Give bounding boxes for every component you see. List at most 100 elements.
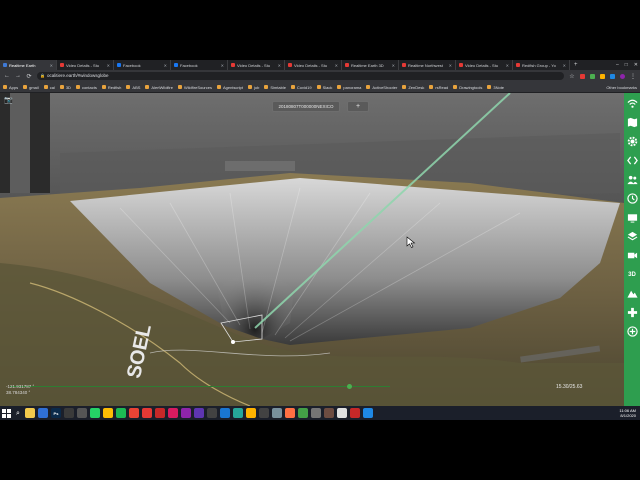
plus-circle-icon[interactable] bbox=[626, 324, 638, 339]
3d-icon[interactable]: 3D bbox=[626, 267, 638, 282]
video-icon[interactable] bbox=[626, 248, 638, 263]
browser-tab[interactable]: Video Details - Stu ✕ bbox=[57, 60, 114, 70]
bookmark-item[interactable]: Drawingtools bbox=[453, 85, 482, 90]
app-icon-14[interactable] bbox=[363, 408, 373, 418]
camera-icon[interactable]: 📷 bbox=[4, 97, 13, 104]
layers-icon[interactable] bbox=[626, 229, 638, 244]
extension-icon[interactable] bbox=[610, 73, 615, 79]
bookmark-item[interactable]: WildfireSources bbox=[177, 85, 212, 90]
app-icon-4[interactable] bbox=[194, 408, 204, 418]
reload-icon[interactable]: ⟳ bbox=[26, 73, 32, 80]
app-icon-13[interactable] bbox=[337, 408, 347, 418]
code-icon[interactable] bbox=[626, 153, 638, 168]
youtube-icon[interactable] bbox=[142, 408, 152, 418]
bookmark-item[interactable]: cal bbox=[43, 85, 55, 90]
3d-scene[interactable]: SOEL bbox=[0, 93, 624, 406]
tab-close-icon[interactable]: ✕ bbox=[506, 63, 509, 68]
add-button[interactable]: + bbox=[347, 101, 369, 112]
star-icon[interactable]: ☆ bbox=[569, 73, 575, 80]
browser-tab[interactable]: Facebook ✕ bbox=[114, 60, 171, 70]
files-icon[interactable] bbox=[64, 408, 74, 418]
minimize-icon[interactable]: – bbox=[616, 62, 619, 68]
bookmark-item[interactable]: Agentscript bbox=[217, 85, 243, 90]
tab-close-icon[interactable]: ✕ bbox=[278, 63, 281, 68]
tab-close-icon[interactable]: ✕ bbox=[107, 63, 110, 68]
map-icon[interactable] bbox=[626, 115, 638, 130]
bookmark-item[interactable]: AlertWildfire bbox=[145, 85, 173, 90]
vscode-icon[interactable] bbox=[220, 408, 230, 418]
tv-icon[interactable] bbox=[626, 210, 638, 225]
browser-tab[interactable]: Video Details - Stu ✕ bbox=[228, 60, 285, 70]
menu-icon[interactable]: ⋮ bbox=[630, 73, 636, 80]
app-icon-5[interactable] bbox=[207, 408, 217, 418]
tab-close-icon[interactable]: ✕ bbox=[335, 63, 338, 68]
chrome-icon[interactable] bbox=[103, 408, 113, 418]
tab-close-icon[interactable]: ✕ bbox=[392, 63, 395, 68]
bookmark-item[interactable]: contacts bbox=[75, 85, 97, 90]
chrome-icon-2[interactable] bbox=[129, 408, 139, 418]
wifi-icon[interactable] bbox=[626, 96, 638, 111]
acrobat-icon[interactable] bbox=[350, 408, 360, 418]
browser-tab[interactable]: Video Details - Stu ✕ bbox=[285, 60, 342, 70]
bookmark-item[interactable]: rsRead bbox=[429, 85, 448, 90]
app-icon-2[interactable] bbox=[168, 408, 178, 418]
app-icon-11[interactable] bbox=[311, 408, 321, 418]
new-tab-button[interactable]: + bbox=[570, 62, 582, 68]
back-icon[interactable]: ← bbox=[4, 73, 10, 79]
mountain-icon[interactable] bbox=[626, 286, 638, 301]
extension-icon[interactable] bbox=[580, 73, 585, 79]
browser-tab[interactable]: Realtime Northwest ✕ bbox=[399, 60, 456, 70]
bookmark-item[interactable]: Covid19 bbox=[290, 85, 312, 90]
camera-location-marker[interactable] bbox=[231, 340, 235, 344]
bookmark-item[interactable]: Slack bbox=[316, 85, 332, 90]
photoshop-icon[interactable]: Ps bbox=[51, 408, 61, 418]
app-icon-6[interactable] bbox=[233, 408, 243, 418]
spotify-icon[interactable] bbox=[116, 408, 126, 418]
users-icon[interactable] bbox=[626, 172, 638, 187]
app-icon-9[interactable] bbox=[272, 408, 282, 418]
windows-start-icon[interactable] bbox=[2, 408, 11, 418]
app-icon-8[interactable] bbox=[259, 408, 269, 418]
close-icon[interactable]: ✕ bbox=[634, 62, 638, 68]
bookmark-item[interactable]: ActiveShooter bbox=[366, 85, 397, 90]
url-input[interactable]: 🔒 ocalitiere.earth/#windowsglobe bbox=[37, 72, 564, 80]
timeline-handle[interactable] bbox=[347, 384, 352, 389]
gamepad-icon[interactable] bbox=[626, 305, 638, 320]
firefox-icon[interactable] bbox=[285, 408, 295, 418]
clock-icon[interactable] bbox=[626, 191, 638, 206]
bookmark-item[interactable]: Simtable bbox=[264, 85, 286, 90]
browser-tab[interactable]: Realtime Earth 3D ✕ bbox=[342, 60, 399, 70]
profile-avatar[interactable] bbox=[620, 73, 625, 79]
bookmark-item[interactable]: Apps bbox=[3, 85, 18, 90]
bookmark-item[interactable]: ZenDesk bbox=[402, 85, 424, 90]
system-clock[interactable]: 11:06 AM 8/1/2020 bbox=[619, 406, 636, 420]
other-bookmarks[interactable]: Other bookmarks bbox=[606, 82, 637, 92]
settings-icon[interactable] bbox=[77, 408, 87, 418]
bookmark-item[interactable]: 3D bbox=[59, 85, 71, 90]
timeline-track[interactable] bbox=[10, 386, 390, 387]
app-icon-12[interactable] bbox=[324, 408, 334, 418]
mail-icon[interactable] bbox=[38, 408, 48, 418]
globe-viewport[interactable]: SOEL 📷 20180807T000000NEXICO + -121.9317… bbox=[0, 93, 624, 406]
app-icon-1[interactable] bbox=[155, 408, 165, 418]
time-selector[interactable]: 20180807T000000NEXICO bbox=[272, 101, 340, 112]
tab-close-icon[interactable]: ✕ bbox=[221, 63, 224, 68]
bookmark-item[interactable]: panorama bbox=[337, 85, 361, 90]
browser-tab[interactable]: Facebook ✕ bbox=[171, 60, 228, 70]
extension-icon[interactable] bbox=[600, 73, 605, 79]
maximize-icon[interactable]: □ bbox=[625, 62, 628, 68]
bookmark-item[interactable]: job bbox=[248, 85, 259, 90]
search-icon[interactable]: ⌕ bbox=[14, 409, 22, 418]
bookmark-item[interactable]: Redfish bbox=[101, 85, 121, 90]
whatsapp-icon[interactable] bbox=[90, 408, 100, 418]
forward-icon[interactable]: → bbox=[15, 73, 21, 79]
bookmark-item[interactable]: 3Note bbox=[487, 85, 504, 90]
app-icon-3[interactable] bbox=[181, 408, 191, 418]
browser-tab[interactable]: Redfish Group - Yo ✕ bbox=[513, 60, 570, 70]
tab-close-icon[interactable]: ✕ bbox=[164, 63, 167, 68]
tab-close-icon[interactable]: ✕ bbox=[50, 63, 53, 68]
extension-icon[interactable] bbox=[590, 73, 595, 79]
app-icon-7[interactable] bbox=[246, 408, 256, 418]
tab-close-icon[interactable]: ✕ bbox=[449, 63, 452, 68]
bookmark-item[interactable]: gmail bbox=[23, 85, 39, 90]
